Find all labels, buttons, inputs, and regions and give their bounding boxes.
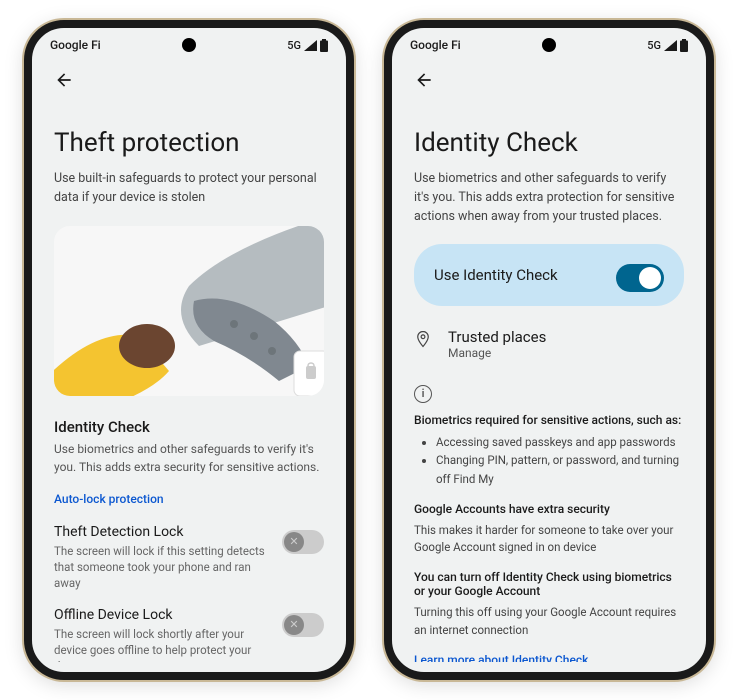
- auto-lock-link[interactable]: Auto-lock protection: [54, 492, 324, 506]
- theft-detection-row: Theft Detection Lock The screen will loc…: [54, 524, 324, 591]
- phone-frame-right: Google Fi 5G Identity Check Use biometri…: [384, 20, 714, 680]
- back-button[interactable]: [410, 66, 438, 94]
- page-subtitle: Use built-in safeguards to protect your …: [54, 170, 324, 208]
- offline-lock-desc: The screen will lock shortly after your …: [54, 626, 270, 662]
- status-bar: Google Fi 5G: [32, 28, 346, 56]
- arrow-back-icon: [54, 70, 74, 90]
- close-icon: ✕: [289, 536, 298, 547]
- page-title: Identity Check: [414, 128, 684, 158]
- info-heading-turnoff: You can turn off Identity Check using bi…: [414, 570, 684, 598]
- offline-lock-toggle[interactable]: ✕: [282, 613, 324, 637]
- use-identity-check-label: Use Identity Check: [434, 266, 558, 284]
- content-area: Identity Check Use biometrics and other …: [392, 98, 706, 662]
- nav-bar: [392, 56, 706, 98]
- battery-icon: [680, 39, 688, 52]
- network-label: 5G: [287, 39, 301, 52]
- info-para-turnoff: Turning this off using your Google Accou…: [414, 604, 684, 639]
- trusted-places-row[interactable]: Trusted places Manage: [414, 328, 684, 360]
- front-camera: [182, 38, 196, 52]
- content-area: Theft protection Use built-in safeguards…: [32, 98, 346, 662]
- close-icon: ✕: [289, 619, 298, 630]
- page-subtitle: Use biometrics and other safeguards to v…: [414, 170, 684, 226]
- page-title: Theft protection: [54, 128, 324, 158]
- location-pin-icon: [414, 330, 434, 352]
- offline-lock-title: Offline Device Lock: [54, 607, 270, 623]
- identity-check-desc: Use biometrics and other safeguards to v…: [54, 440, 324, 476]
- info-heading-accounts: Google Accounts have extra security: [414, 502, 684, 516]
- status-bar: Google Fi 5G: [392, 28, 706, 56]
- phone-frame-left: Google Fi 5G Theft protection Use built-…: [24, 20, 354, 680]
- theft-detection-desc: The screen will lock if this setting det…: [54, 543, 270, 591]
- info-para-accounts: This makes it harder for someone to take…: [414, 522, 684, 557]
- signal-icon: [304, 40, 317, 51]
- front-camera: [542, 38, 556, 52]
- info-heading-biometrics: Biometrics required for sensitive action…: [414, 413, 684, 427]
- info-bullet: Changing PIN, pattern, or password, and …: [436, 451, 684, 488]
- back-button[interactable]: [50, 66, 78, 94]
- arrow-back-icon: [414, 70, 434, 90]
- battery-icon: [320, 39, 328, 52]
- theft-detection-toggle[interactable]: ✕: [282, 530, 324, 554]
- status-right: 5G: [287, 39, 328, 52]
- theft-illustration: [54, 226, 324, 396]
- learn-more-link[interactable]: Learn more about Identity Check: [414, 653, 684, 662]
- identity-check-title: Identity Check: [54, 418, 324, 436]
- carrier-label: Google Fi: [50, 38, 287, 52]
- info-bullets: Accessing saved passkeys and app passwor…: [414, 433, 684, 488]
- theft-detection-title: Theft Detection Lock: [54, 524, 270, 540]
- info-bullet: Accessing saved passkeys and app passwor…: [436, 433, 684, 451]
- trusted-places-title: Trusted places: [448, 328, 684, 346]
- signal-icon: [664, 40, 677, 51]
- status-right: 5G: [647, 39, 688, 52]
- identity-check-section[interactable]: Identity Check Use biometrics and other …: [54, 418, 324, 476]
- offline-lock-row: Offline Device Lock The screen will lock…: [54, 607, 324, 662]
- trusted-places-sub: Manage: [448, 346, 684, 360]
- use-identity-check-toggle[interactable]: [616, 264, 664, 292]
- nav-bar: [32, 56, 346, 98]
- use-identity-check-card: Use Identity Check: [414, 244, 684, 306]
- network-label: 5G: [647, 39, 661, 52]
- info-icon: i: [414, 385, 432, 403]
- carrier-label: Google Fi: [410, 38, 647, 52]
